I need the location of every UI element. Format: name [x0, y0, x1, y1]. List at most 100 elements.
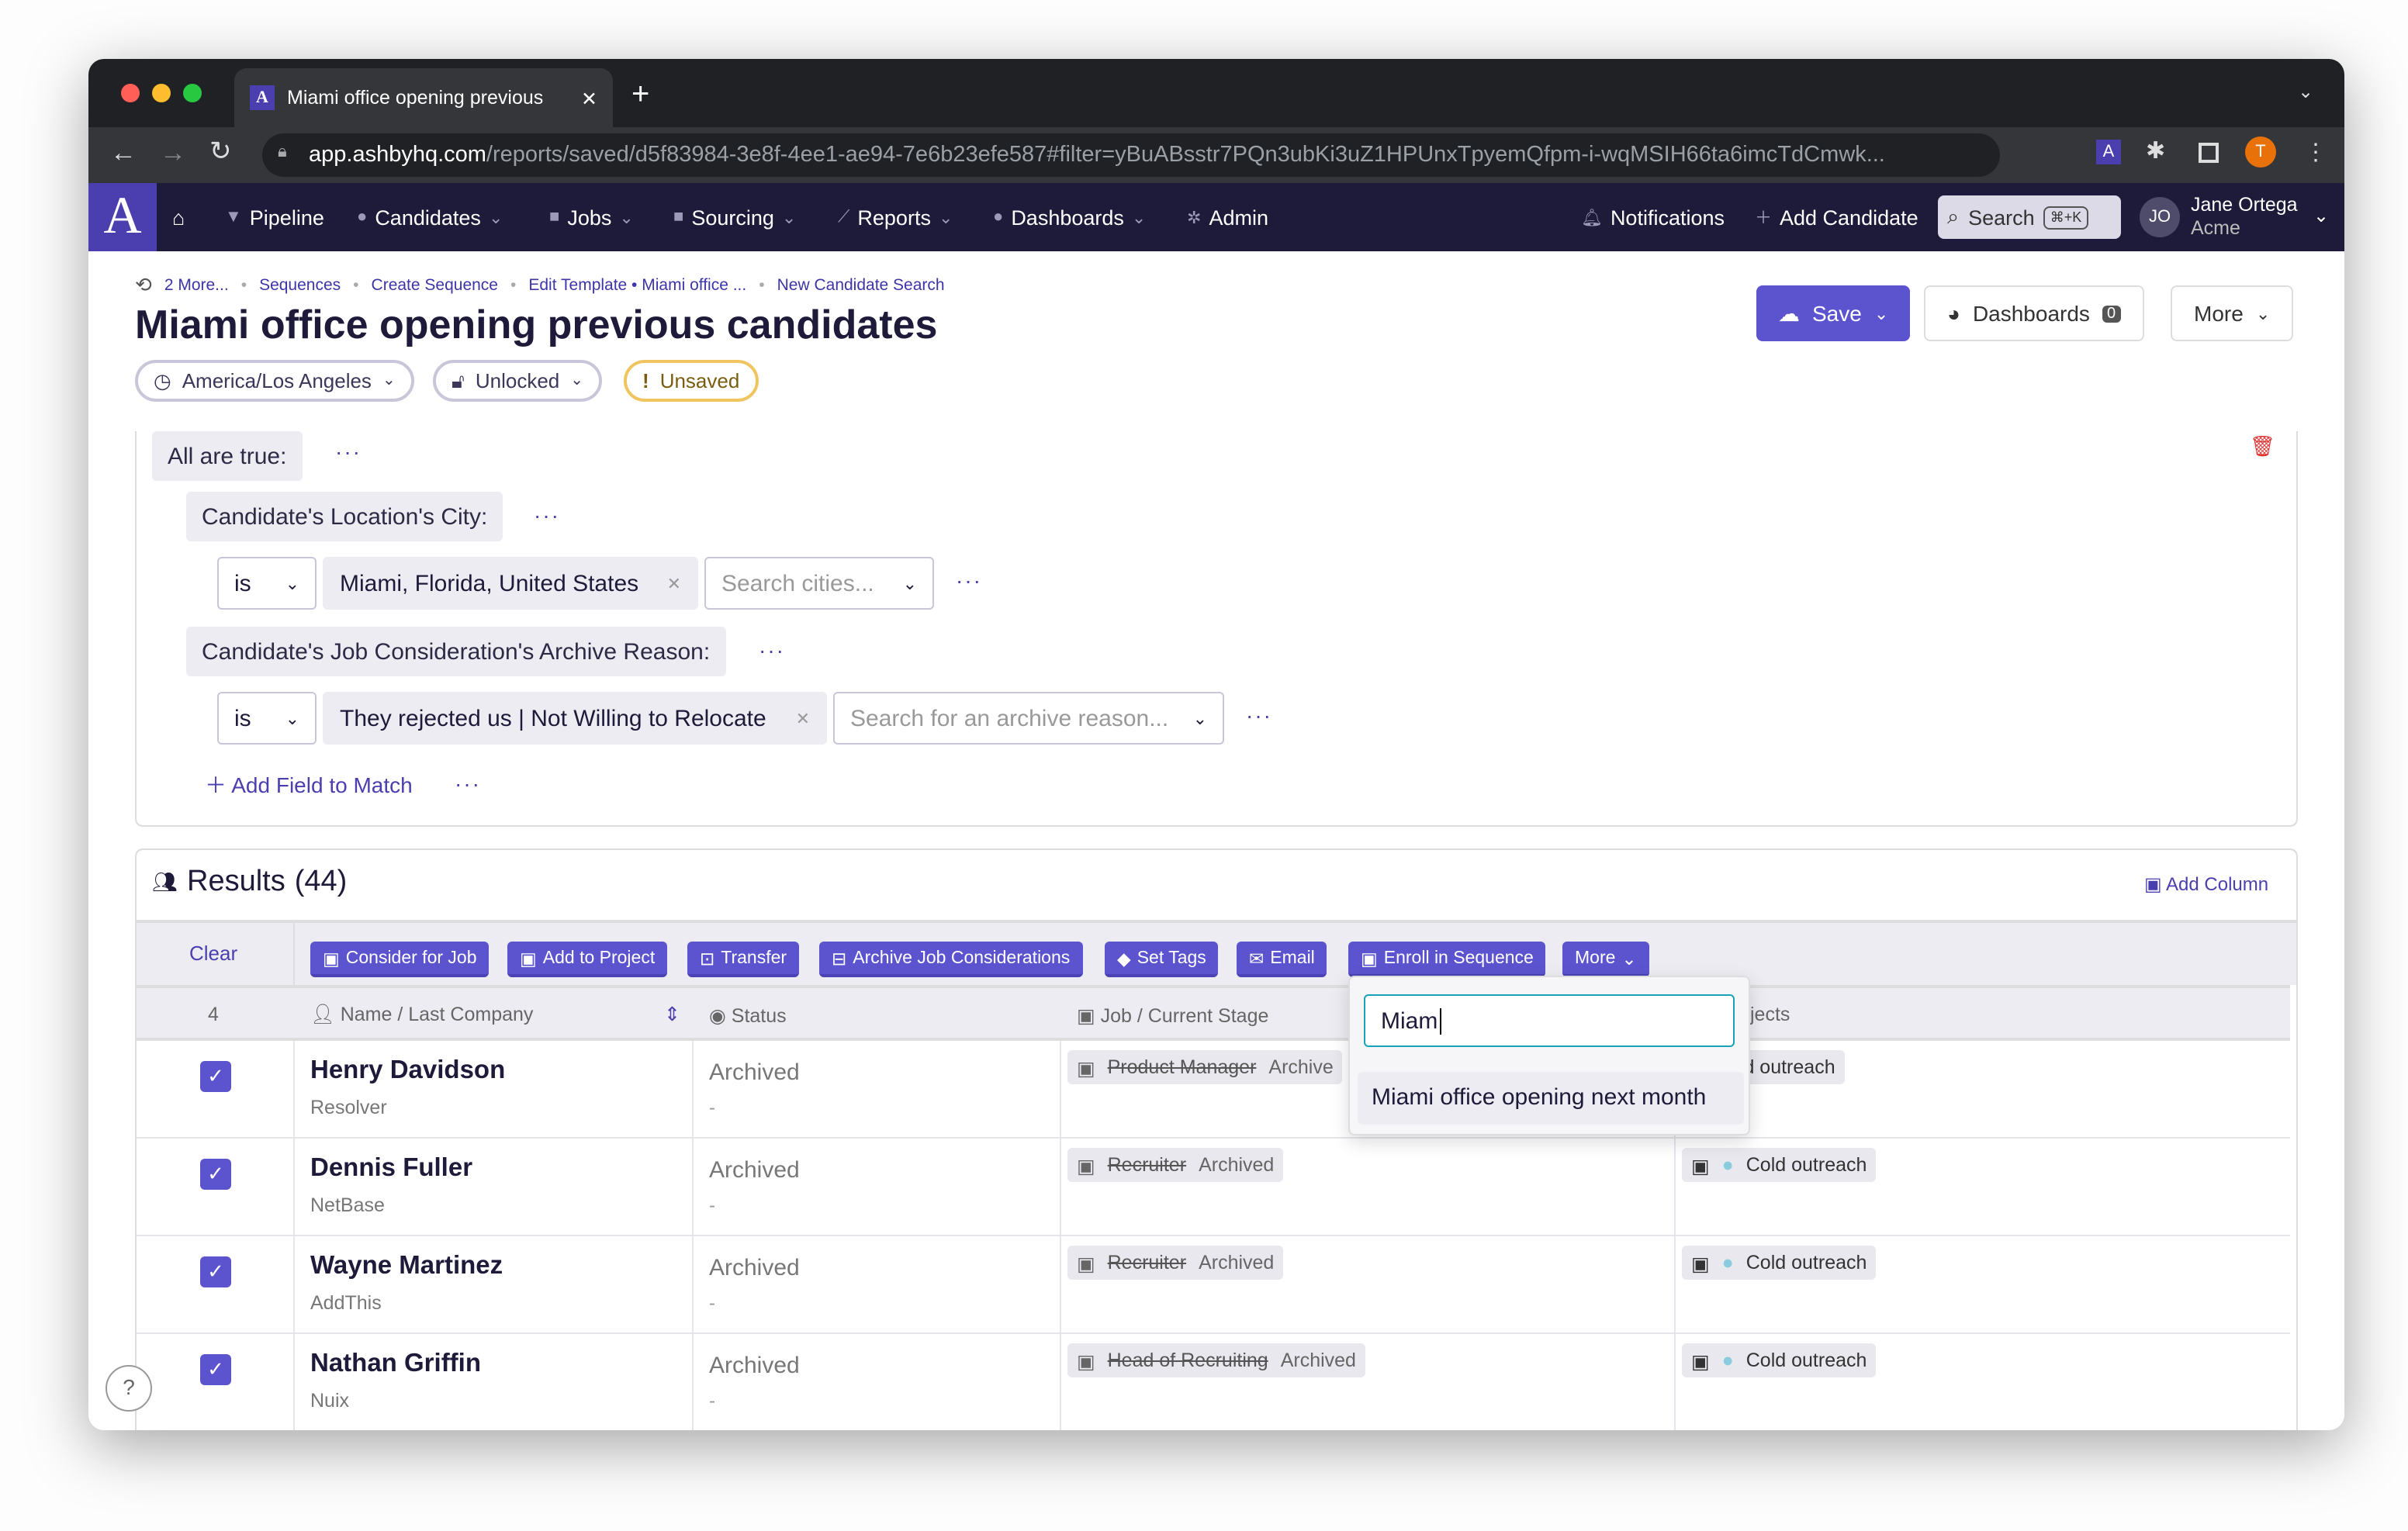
remove-icon[interactable]: ✕	[796, 708, 810, 728]
row-checkbox[interactable]: ✓	[200, 1061, 231, 1092]
more-actions-button[interactable]: More ⌄	[1562, 942, 1649, 977]
table-row[interactable]: ✓ Henry Davidson Resolver Archived - ▣ P…	[137, 1041, 2290, 1139]
breadcrumb-item[interactable]: Create Sequence	[372, 276, 498, 295]
sort-icon[interactable]: ⇕	[664, 1002, 680, 1025]
unlock-icon: 🔓︎	[452, 368, 465, 392]
row-checkbox[interactable]: ✓	[200, 1354, 231, 1385]
nav-admin[interactable]: ✲ Admin	[1187, 183, 1268, 251]
candidate-company: Resolver	[310, 1097, 387, 1118]
status-sub: -	[709, 1292, 715, 1314]
table-row[interactable]: ✓ Wayne Martinez AddThis Archived - ▣ Re…	[137, 1236, 2290, 1334]
extensions-icon[interactable]: ✱	[2146, 137, 2165, 164]
minimize-window-button[interactable]	[152, 84, 171, 102]
close-tab-icon[interactable]: ✕	[581, 86, 597, 109]
add-field-button[interactable]: ＋ Add Field to Match	[205, 769, 413, 800]
reload-icon[interactable]: ↻	[209, 137, 232, 168]
set-tags-button[interactable]: ◆ Set Tags	[1105, 942, 1219, 977]
close-window-button[interactable]	[121, 84, 140, 102]
candidate-name[interactable]: Dennis Fuller	[310, 1154, 472, 1184]
maximize-window-button[interactable]	[183, 84, 202, 102]
add-to-project-button[interactable]: ▣ Add to Project	[507, 942, 668, 977]
remove-icon[interactable]: ✕	[667, 573, 681, 593]
clear-selection-button[interactable]: Clear	[189, 942, 237, 965]
enroll-in-sequence-button[interactable]: ▣ Enroll in Sequence	[1348, 942, 1546, 977]
app-nav: A ⌂ ▼ Pipeline ● Candidates ⌄ ■ Jobs ⌄ ■ Sourc…	[88, 183, 2344, 251]
candidate-name[interactable]: Wayne Martinez	[310, 1252, 503, 1281]
field-menu-icon[interactable]: ···	[759, 638, 785, 662]
group-menu-icon[interactable]: ···	[335, 439, 362, 464]
field-menu-icon[interactable]: ···	[534, 503, 560, 527]
archive-reason-search-input[interactable]: Search for an archive reason... ⌄	[833, 692, 1224, 745]
search-button[interactable]: ⌕ Search ⌘+K	[1938, 195, 2121, 239]
user-avatar[interactable]: JO	[2140, 197, 2180, 237]
transfer-button[interactable]: ⊡ Transfer	[687, 942, 800, 977]
more-button[interactable]: More ⌄	[2171, 285, 2294, 341]
back-icon[interactable]: ←	[110, 138, 137, 169]
breadcrumb-more[interactable]: 2 More...	[164, 276, 229, 295]
forward-icon[interactable]: →	[160, 138, 186, 169]
location-city-field: Candidate's Location's City:	[186, 492, 503, 541]
table-row[interactable]: ✓ Dennis Fuller NetBase Archived - ▣ Rec…	[137, 1139, 2290, 1236]
add-menu-icon[interactable]: ···	[455, 771, 481, 796]
candidate-company: NetBase	[310, 1194, 385, 1216]
row-checkbox[interactable]: ✓	[200, 1256, 231, 1287]
add-candidate-button[interactable]: ＋ Add Candidate	[1755, 183, 1918, 251]
nav-candidates[interactable]: ● Candidates ⌄	[357, 183, 503, 251]
nav-pipeline[interactable]: ▼ Pipeline	[225, 183, 324, 251]
tab-bar: A Miami office opening previous ✕ + ⌄	[88, 59, 2344, 127]
save-button[interactable]: ☁ Save ⌄	[1756, 285, 1911, 341]
users-icon: ●	[357, 208, 368, 226]
browser-tab[interactable]: A Miami office opening previous ✕	[234, 68, 613, 127]
add-column-button[interactable]: ▣ Add Column	[2144, 873, 2268, 895]
user-menu[interactable]: Jane Ortega Acme	[2191, 194, 2298, 240]
value-menu-icon[interactable]: ···	[956, 568, 982, 593]
new-tab-button[interactable]: +	[631, 78, 649, 113]
table-row[interactable]: ✓ Nathan Griffin Nuix Archived - ▣ Head …	[137, 1334, 2290, 1430]
dashboards-button[interactable]: ◕ Dashboards 0	[1924, 285, 2144, 341]
all-true-group: All are true:	[152, 431, 303, 481]
column-name[interactable]: 👤︎ Name / Last Company	[310, 1004, 533, 1027]
address-toolbar: ← → ↻ 🔒︎ app.ashbyhq.com/reports/saved/d…	[88, 127, 2344, 183]
home-icon[interactable]: ⌂	[172, 183, 185, 251]
operator-select[interactable]: is ⌄	[217, 557, 317, 610]
nav-dashboards[interactable]: ● Dashboards ⌄	[993, 183, 1146, 251]
selected-count: 4	[208, 1004, 219, 1025]
value-menu-icon[interactable]: ···	[1246, 703, 1272, 727]
profile-avatar[interactable]: T	[2245, 137, 2276, 168]
results-table: ✓ Henry Davidson Resolver Archived - ▣ P…	[137, 1041, 2290, 1430]
candidate-name[interactable]: Henry Davidson	[310, 1056, 505, 1086]
history-icon[interactable]: ⟲	[135, 273, 152, 298]
ashby-logo[interactable]: A	[88, 183, 157, 251]
breadcrumb-item[interactable]: Sequences	[259, 276, 341, 295]
nav-reports[interactable]: ⟋ Reports ⌄	[838, 183, 953, 251]
nav-sourcing[interactable]: ■ Sourcing ⌄	[673, 183, 796, 251]
breadcrumb-item[interactable]: Edit Template • Miami office ...	[528, 276, 746, 295]
user-chevron-icon[interactable]: ⌄	[2313, 205, 2329, 226]
row-checkbox[interactable]: ✓	[200, 1159, 231, 1190]
timezone-select[interactable]: ◷ America/Los Angeles ⌄	[135, 360, 414, 402]
column-job-stage[interactable]: ▣ Job / Current Stage	[1077, 1004, 1268, 1027]
notifications-button[interactable]: 🔔︎ Notifications	[1581, 183, 1725, 251]
cloud-icon: ☁	[1778, 300, 1800, 325]
archive-job-considerations-button[interactable]: ⊟ Archive Job Considerations	[819, 942, 1083, 977]
sequence-search-input[interactable]: Miam	[1364, 994, 1735, 1047]
sequence-option[interactable]: Miami office opening next month	[1358, 1072, 1744, 1125]
column-status[interactable]: ◉ Status	[709, 1004, 787, 1027]
lock-select[interactable]: 🔓︎ Unlocked ⌄	[433, 360, 603, 402]
operator-select[interactable]: is ⌄	[217, 692, 317, 745]
url-field[interactable]: 🔒︎ app.ashbyhq.com/reports/saved/d5f8398…	[262, 133, 2000, 177]
city-search-input[interactable]: Search cities... ⌄	[704, 557, 934, 610]
url-host: app.ashbyhq.com	[309, 143, 486, 168]
tab-list-chevron-icon[interactable]: ⌄	[2298, 81, 2313, 102]
browser-menu-icon[interactable]: ⋮	[2304, 138, 2327, 166]
column-projects[interactable]: jects	[1750, 1004, 1790, 1025]
breadcrumb-item[interactable]: New Candidate Search	[777, 276, 945, 295]
sidebar-icon[interactable]	[2199, 143, 2219, 163]
ashby-extension-icon[interactable]: A	[2096, 140, 2121, 164]
nav-jobs[interactable]: ■ Jobs ⌄	[549, 183, 634, 251]
help-icon[interactable]: ?	[106, 1365, 152, 1412]
trash-icon[interactable]: 🗑︎	[2250, 434, 2275, 459]
candidate-name[interactable]: Nathan Griffin	[310, 1350, 481, 1379]
email-button[interactable]: ✉ Email	[1237, 942, 1327, 977]
consider-for-job-button[interactable]: ▣ Consider for Job	[310, 942, 490, 977]
